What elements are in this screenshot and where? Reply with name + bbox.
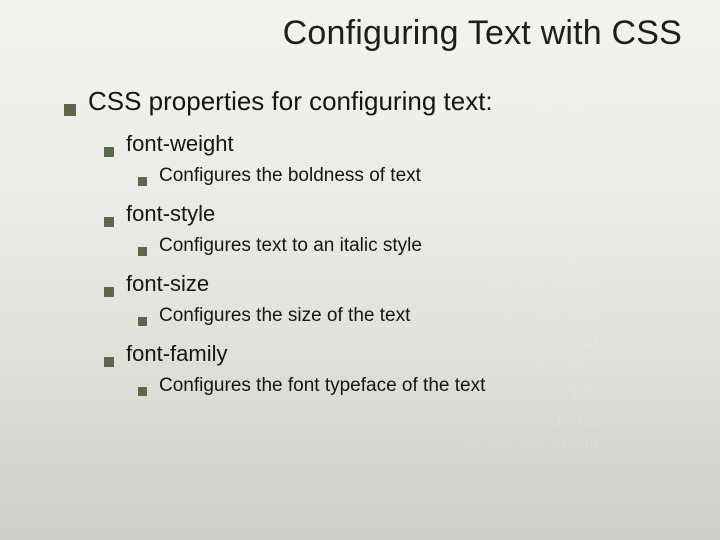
square-bullet-icon <box>138 387 147 396</box>
bullet-level2: font-size <box>104 271 680 297</box>
square-bullet-icon <box>138 177 147 186</box>
bullet-level3: Configures the boldness of text <box>138 165 680 187</box>
slide-title: Configuring Text with CSS <box>283 14 682 53</box>
square-bullet-icon <box>104 357 114 367</box>
bullet-level3: Configures the size of the text <box>138 305 680 327</box>
slide: 01010101010 10101010101 01010101010 1010… <box>0 0 720 540</box>
slide-body: CSS properties for configuring text: fon… <box>64 86 680 403</box>
square-bullet-icon <box>64 104 76 116</box>
square-bullet-icon <box>138 247 147 256</box>
property-name: font-size <box>126 271 209 297</box>
square-bullet-icon <box>104 287 114 297</box>
bullet-level1: CSS properties for configuring text: <box>64 86 680 117</box>
bullet-level2: font-weight <box>104 131 680 157</box>
square-bullet-icon <box>138 317 147 326</box>
property-desc: Configures the font typeface of the text <box>159 375 485 397</box>
square-bullet-icon <box>104 217 114 227</box>
bullet-level3: Configures text to an italic style <box>138 235 680 257</box>
property-desc: Configures the boldness of text <box>159 165 421 187</box>
property-name: font-style <box>126 201 215 227</box>
bullet-level3: Configures the font typeface of the text <box>138 375 680 397</box>
property-name: font-family <box>126 341 227 367</box>
bullet-level2: font-style <box>104 201 680 227</box>
bullet-level2: font-family <box>104 341 680 367</box>
property-desc: Configures the size of the text <box>159 305 410 327</box>
heading-text: CSS properties for configuring text: <box>88 86 493 117</box>
property-name: font-weight <box>126 131 234 157</box>
property-desc: Configures text to an italic style <box>159 235 422 257</box>
square-bullet-icon <box>104 147 114 157</box>
